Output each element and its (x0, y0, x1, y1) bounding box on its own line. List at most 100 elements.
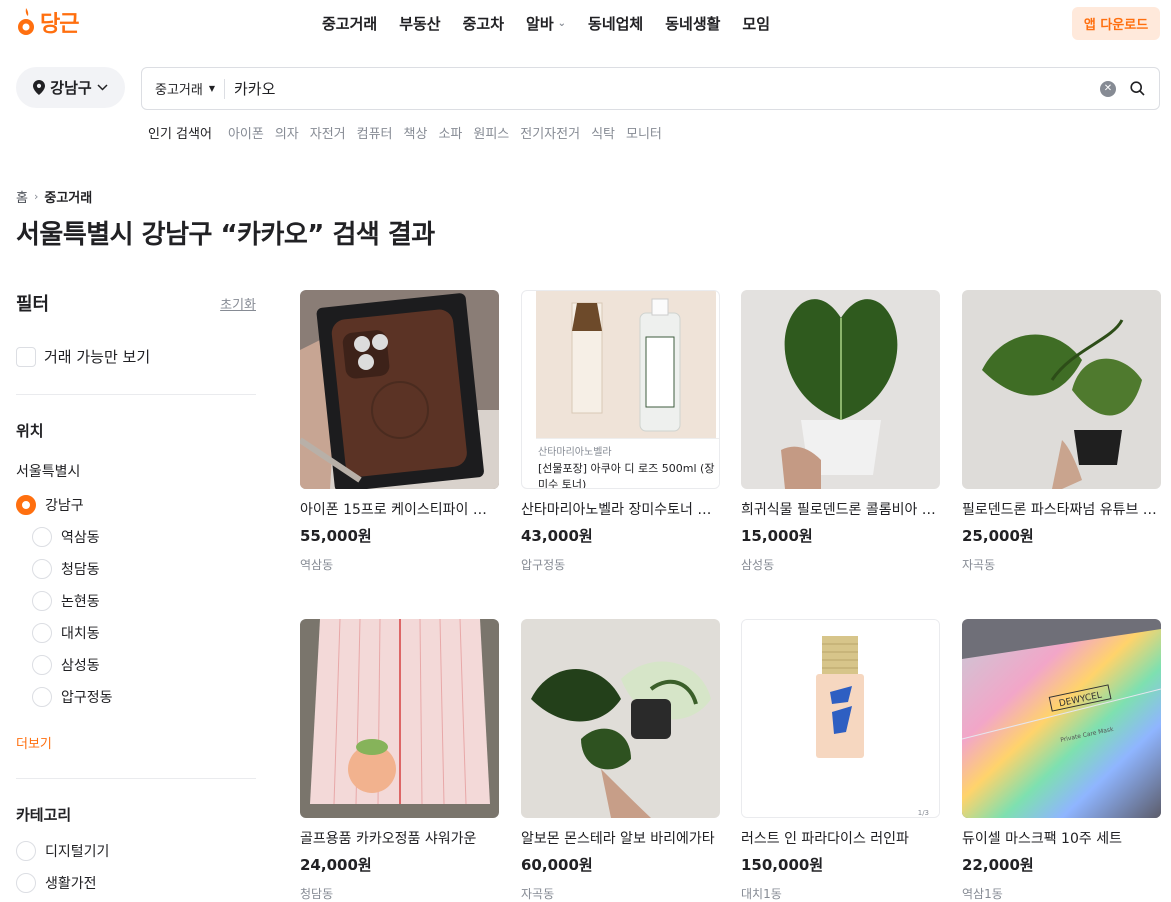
product-card[interactable]: DEWYCEL Private Care Mask 듀이셀 마스크팩 10주 세… (962, 619, 1161, 902)
neighborhood-option[interactable]: 청담동 (16, 559, 256, 579)
product-card[interactable]: 희귀식물 필로덴드론 콜롬비아 대품 15,000원 삼성동 (741, 290, 940, 573)
neighborhood-option[interactable]: 논현동 (16, 591, 256, 611)
neighborhood-label: 역삼동 (61, 530, 100, 546)
filter-sidebar: 필터 초기화 거래 가능만 보기 위치 서울특별시 강남구 역삼동 청담동 논현… (16, 290, 256, 893)
popular-keyword[interactable]: 의자 (275, 123, 299, 142)
product-price: 22,000원 (962, 856, 1034, 874)
neighborhood-label: 논현동 (61, 594, 100, 610)
nav-real-estate[interactable]: 부동산 (399, 13, 440, 34)
product-title[interactable]: 산타마리아노벨라 장미수토너 500ml (521, 499, 720, 519)
category-label: 디지털기기 (45, 844, 110, 860)
neighborhood-label: 압구정동 (61, 690, 113, 706)
more-neighborhoods-link[interactable]: 더보기 (16, 733, 256, 752)
product-price: 43,000원 (521, 527, 593, 545)
radio[interactable] (16, 841, 36, 861)
overlay-text: [선물포장] 아쿠아 디 로즈 500ml (장미수 토너) (538, 462, 715, 489)
carrot-logo-icon (18, 8, 34, 35)
nav-local-life[interactable]: 동네생활 (665, 13, 720, 34)
product-title[interactable]: 골프용품 카카오정품 샤워가운 (300, 828, 499, 848)
product-price: 55,000원 (300, 527, 372, 545)
radio[interactable] (32, 591, 52, 611)
filter-reset-link[interactable]: 초기화 (220, 294, 256, 313)
top-header: 당근 중고거래 부동산 중고차 알바 ⌄ 동네업체 동네생활 모임 앱 다운로드 (0, 0, 1171, 48)
image-page-indicator: 1/3 (917, 809, 929, 817)
location-pin-icon (33, 80, 46, 95)
nav-used-trade[interactable]: 중고거래 (322, 13, 377, 34)
district-label: 강남구 (45, 498, 84, 514)
popular-keyword[interactable]: 컴퓨터 (357, 123, 393, 142)
product-title[interactable]: 희귀식물 필로덴드론 콜롬비아 대품 (741, 499, 940, 519)
radio[interactable] (32, 687, 52, 707)
popular-keyword[interactable]: 모니터 (626, 123, 662, 142)
product-price: 150,000원 (741, 856, 824, 874)
popular-keyword[interactable]: 전기자전거 (520, 123, 580, 142)
radio[interactable] (32, 655, 52, 675)
category-option[interactable]: 디지털기기 (16, 841, 256, 861)
breadcrumb-home[interactable]: 홈 (16, 187, 28, 206)
available-only-checkbox[interactable] (16, 346, 36, 367)
location-selector[interactable]: 강남구 (16, 67, 125, 108)
radio-selected[interactable] (16, 495, 36, 515)
product-title[interactable]: 러스트 인 파라다이스 러인파 (741, 828, 940, 848)
category-option[interactable]: 생활가전 (16, 873, 256, 893)
nav-local-business[interactable]: 동네업체 (588, 13, 643, 34)
category-section-title: 카테고리 (16, 806, 72, 824)
product-title[interactable]: 알보몬 몬스테라 알보 바리에가타 (521, 828, 720, 848)
radio[interactable] (32, 559, 52, 579)
search-input[interactable] (225, 79, 1100, 98)
popular-keyword[interactable]: 자전거 (310, 123, 346, 142)
popular-keyword[interactable]: 식탁 (591, 123, 615, 142)
clear-icon[interactable]: ✕ (1100, 80, 1116, 97)
radio[interactable] (32, 623, 52, 643)
available-only-toggle[interactable]: 거래 가능만 보기 (16, 346, 256, 367)
divider (16, 778, 256, 779)
product-title[interactable]: 아이폰 15프로 케이스티파이 맥세이프 레더 케이스 (300, 499, 499, 519)
radio[interactable] (32, 527, 52, 547)
product-image[interactable] (521, 619, 720, 818)
radio[interactable] (16, 873, 36, 893)
product-card[interactable]: 산타마리아노벨라 [선물포장] 아쿠아 디 로즈 500ml (장미수 토너) … (521, 290, 720, 573)
app-download-button[interactable]: 앱 다운로드 (1072, 7, 1160, 40)
product-title[interactable]: 필로덴드론 파스타짜넘 유튜브 대품 (962, 499, 1161, 519)
popular-keyword[interactable]: 원피스 (473, 123, 509, 142)
product-title[interactable]: 듀이셀 마스크팩 10주 세트 (962, 828, 1161, 848)
breadcrumb-current[interactable]: 중고거래 (44, 187, 92, 206)
search-icon[interactable] (1130, 81, 1145, 96)
neighborhood-option[interactable]: 압구정동 (16, 687, 256, 707)
neighborhood-option[interactable]: 역삼동 (16, 527, 256, 547)
logo[interactable]: 당근 (16, 6, 79, 38)
popular-keywords: 인기 검색어 아이폰 의자 자전거 컴퓨터 책상 소파 원피스 전기자전거 식탁… (148, 123, 673, 142)
chevron-down-icon: ⌄ (557, 18, 567, 29)
chevron-right-icon: › (33, 190, 39, 203)
product-image[interactable] (300, 290, 499, 489)
nav-used-car[interactable]: 중고차 (463, 13, 504, 34)
neighborhood-option[interactable]: 대치동 (16, 623, 256, 643)
product-image[interactable] (962, 290, 1161, 489)
product-card[interactable]: 필로덴드론 파스타짜넘 유튜브 대품 25,000원 자곡동 (962, 290, 1161, 573)
caret-down-icon: ▼ (208, 84, 215, 93)
location-label: 강남구 (50, 79, 92, 97)
nav-part-time[interactable]: 알바 ⌄ (526, 13, 566, 34)
nav-meetup[interactable]: 모임 (742, 13, 770, 34)
neighborhood-option[interactable]: 삼성동 (16, 655, 256, 675)
product-image[interactable] (300, 619, 499, 818)
product-card[interactable]: 골프용품 카카오정품 샤워가운 24,000원 청담동 (300, 619, 499, 902)
product-image[interactable] (741, 290, 940, 489)
chevron-down-icon (97, 84, 108, 91)
product-card[interactable]: 아이폰 15프로 케이스티파이 맥세이프 레더 케이스 55,000원 역삼동 (300, 290, 499, 573)
product-location: 자곡동 (521, 887, 555, 901)
logo-text: 당근 (40, 12, 79, 37)
popular-keyword[interactable]: 책상 (404, 123, 428, 142)
search-category-select[interactable]: 중고거래 ▼ (142, 79, 224, 98)
product-card[interactable]: 알보몬 몬스테라 알보 바리에가타 60,000원 자곡동 (521, 619, 720, 902)
filter-title: 필터 (16, 294, 50, 315)
product-image[interactable]: 산타마리아노벨라 [선물포장] 아쿠아 디 로즈 500ml (장미수 토너) (521, 290, 720, 489)
popular-keyword[interactable]: 소파 (438, 123, 462, 142)
popular-keyword[interactable]: 아이폰 (228, 123, 264, 142)
product-card[interactable]: 1/3 러스트 인 파라다이스 러인파 150,000원 대치1동 (741, 619, 940, 902)
district-option[interactable]: 강남구 (16, 495, 256, 515)
product-price: 25,000원 (962, 527, 1034, 545)
product-location: 대치1동 (741, 887, 782, 901)
product-image[interactable]: 1/3 (741, 619, 940, 818)
product-image[interactable]: DEWYCEL Private Care Mask (962, 619, 1161, 818)
